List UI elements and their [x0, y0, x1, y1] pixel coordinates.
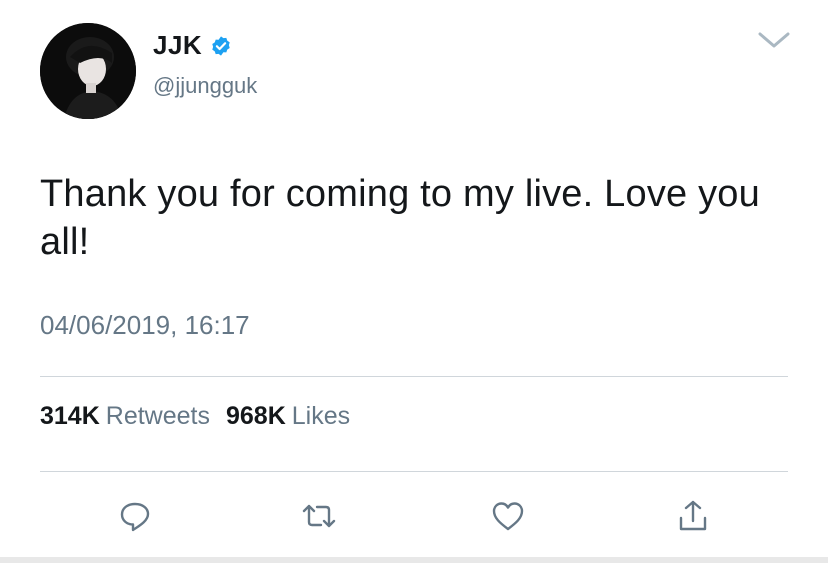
- tweet-card: JJK @jjungguk Thank you for coming to my…: [0, 0, 828, 563]
- likes-label: Likes: [291, 402, 351, 430]
- retweet-icon: [302, 504, 336, 528]
- display-name[interactable]: JJK: [153, 30, 202, 61]
- likes-count: 968K: [225, 402, 286, 430]
- reply-icon: [120, 502, 150, 532]
- retweets-count: 314K: [40, 402, 100, 430]
- verified-badge-icon: [212, 35, 230, 56]
- avatar[interactable]: [40, 23, 136, 119]
- likes-stat[interactable]: 968K Likes: [226, 402, 350, 431]
- like-icon: [492, 502, 524, 531]
- chevron-down-icon[interactable]: [757, 30, 791, 50]
- retweets-label: Retweets: [105, 402, 210, 430]
- author-name-row[interactable]: JJK: [153, 30, 232, 61]
- avatar-image: [40, 23, 136, 119]
- share-icon: [679, 500, 707, 531]
- divider: [40, 471, 788, 472]
- retweets-stat[interactable]: 314K Retweets: [40, 402, 210, 431]
- tweet-timestamp[interactable]: 04/06/2019, 16:17: [40, 310, 250, 341]
- reply-button[interactable]: [115, 496, 155, 536]
- tweet-text: Thank you for coming to my live. Love yo…: [40, 173, 760, 263]
- author-handle[interactable]: @jjungguk: [153, 73, 257, 99]
- action-bar: [0, 496, 828, 536]
- like-button[interactable]: [488, 496, 528, 536]
- engagement-stats: 314K Retweets 968K Likes: [40, 402, 350, 431]
- bottom-divider: [0, 557, 828, 563]
- share-button[interactable]: [673, 496, 713, 536]
- retweet-button[interactable]: [299, 496, 339, 536]
- divider: [40, 376, 788, 377]
